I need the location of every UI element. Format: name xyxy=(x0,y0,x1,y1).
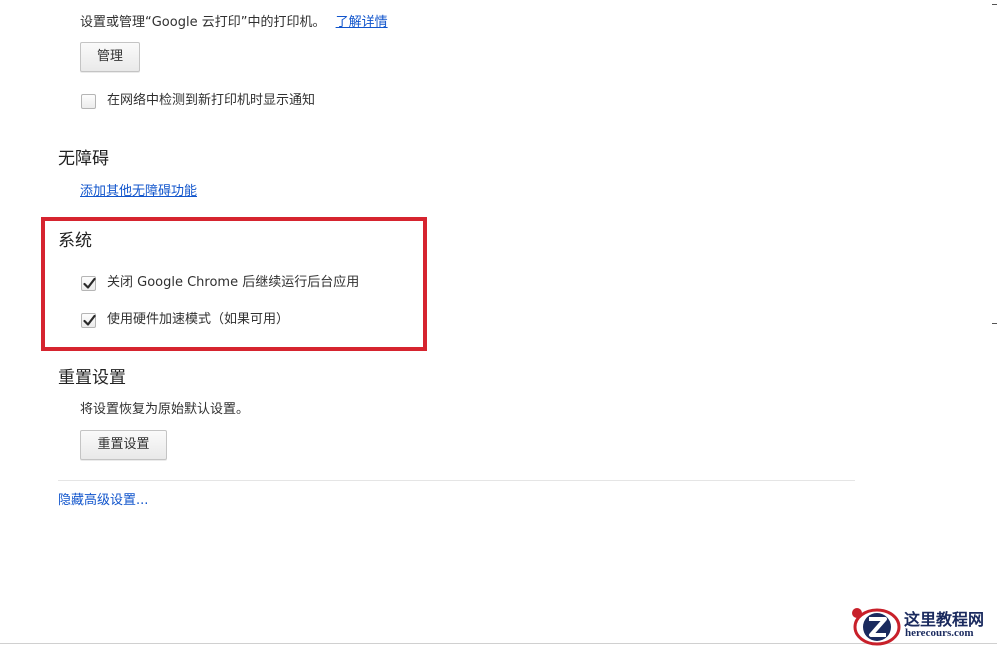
system-heading: 系统 xyxy=(58,231,92,251)
learn-more-link[interactable]: 了解详情 xyxy=(336,15,388,30)
watermark-logo-icon xyxy=(852,608,901,646)
site-watermark: 这里教程网 herecours.com xyxy=(847,603,997,647)
reset-settings-button[interactable]: 重置设置 xyxy=(80,430,167,460)
hide-advanced-settings-link[interactable]: 隐藏高级设置... xyxy=(58,492,148,510)
checkmark-icon xyxy=(83,314,96,326)
add-accessibility-features-link[interactable]: 添加其他无障碍功能 xyxy=(80,183,197,201)
hardware-acceleration-checkbox[interactable] xyxy=(81,313,96,328)
new-printer-notify-checkbox[interactable] xyxy=(81,94,96,109)
section-divider xyxy=(58,480,855,481)
scrollbar-tick xyxy=(992,4,997,5)
new-printer-notify-label: 在网络中检测到新打印机时显示通知 xyxy=(107,93,316,108)
reset-description: 将设置恢复为原始默认设置。 xyxy=(80,402,250,417)
cloud-print-description: 设置或管理“Google 云打印”中的打印机。 xyxy=(80,15,326,30)
accessibility-heading: 无障碍 xyxy=(58,149,109,169)
manage-printers-button[interactable]: 管理 xyxy=(80,42,140,72)
background-apps-checkbox[interactable] xyxy=(81,276,96,291)
watermark-site-url: herecours.com xyxy=(905,627,974,639)
scrollbar-tick xyxy=(992,323,997,324)
cloud-print-description-row: 设置或管理“Google 云打印”中的打印机。 了解详情 xyxy=(80,14,388,32)
background-apps-label: 关闭 Google Chrome 后继续运行后台应用 xyxy=(107,275,360,290)
checkmark-icon xyxy=(83,277,96,289)
settings-page: 设置或管理“Google 云打印”中的打印机。 了解详情 管理 在网络中检测到新… xyxy=(0,0,997,647)
reset-heading: 重置设置 xyxy=(58,368,126,388)
hardware-acceleration-label: 使用硬件加速模式（如果可用） xyxy=(107,312,290,327)
